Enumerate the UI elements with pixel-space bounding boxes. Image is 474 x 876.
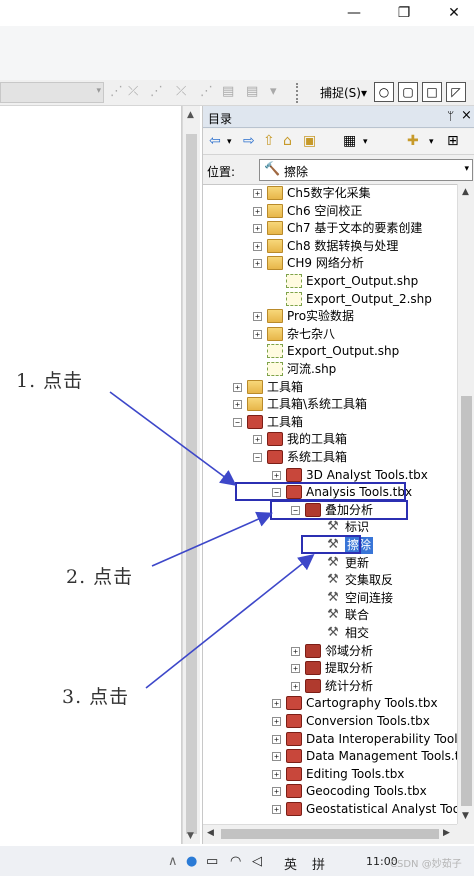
annotation-arrows (109, 391, 315, 689)
chevron-up-icon[interactable]: ∧ (168, 854, 178, 869)
annotation-step-3: 3. 点击 (62, 686, 130, 708)
annotation-step-2: 2. 点击 (66, 566, 134, 588)
volume-icon[interactable]: ◁ (252, 854, 262, 869)
ime-mode[interactable]: 拼 (312, 854, 325, 873)
arrow-3 (145, 554, 315, 689)
annotation-step-1: 1. 点击 (16, 370, 84, 392)
watermark: CSDN @妙茹子 (390, 859, 462, 870)
app-tray-icon[interactable]: ● (186, 854, 197, 869)
wifi-icon[interactable]: ◠ (230, 854, 241, 869)
battery-icon[interactable]: ▭ (206, 854, 218, 869)
ime-indicator[interactable]: 英 (284, 854, 297, 873)
arrow-1 (109, 391, 237, 486)
arrow-2 (151, 511, 273, 567)
